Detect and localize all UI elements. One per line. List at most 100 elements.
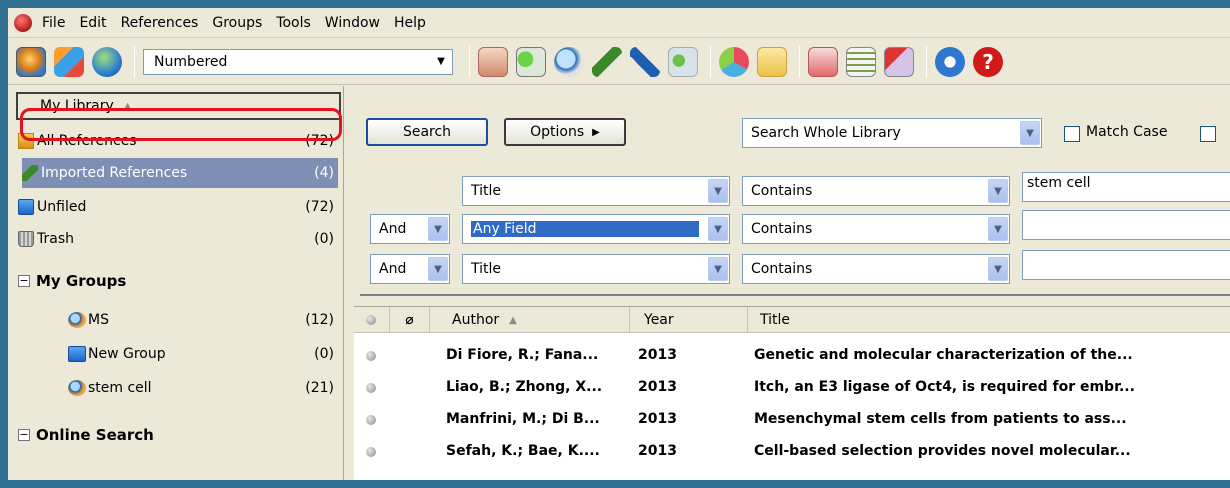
endnote-window: File Edit References Groups Tools Window… bbox=[8, 8, 1230, 480]
search-term-value: stem cell bbox=[1027, 175, 1091, 191]
group-item-ms[interactable]: MS (12) bbox=[68, 306, 338, 334]
boolean-operator-value: And bbox=[379, 221, 407, 237]
folder-icon[interactable] bbox=[757, 46, 787, 77]
results-table: ⌀ Author ▲ Year Title Di Fiore, R.; Fana… bbox=[354, 306, 1230, 480]
local-library-mode-icon[interactable] bbox=[16, 46, 46, 77]
edit-style-icon[interactable] bbox=[884, 46, 914, 77]
search-term-input[interactable]: stem cell bbox=[1022, 172, 1230, 202]
chevron-down-icon[interactable]: ▼ bbox=[988, 257, 1008, 281]
collapse-icon[interactable]: − bbox=[18, 275, 30, 287]
chevron-down-icon[interactable]: ▼ bbox=[708, 179, 728, 203]
year-cell: 2013 bbox=[638, 443, 677, 459]
boolean-operator-select[interactable]: And ▼ bbox=[370, 254, 450, 284]
library-item-label: Unfiled bbox=[37, 199, 87, 215]
search-operator-select[interactable]: Contains ▼ bbox=[742, 214, 1010, 244]
sync-icon[interactable] bbox=[935, 46, 965, 77]
copy-formatted-icon[interactable] bbox=[478, 46, 508, 77]
insert-citation-icon[interactable] bbox=[808, 46, 838, 77]
output-style-select[interactable]: Numbered ▼ bbox=[143, 48, 453, 75]
author-column-label: Author bbox=[452, 312, 500, 328]
options-button[interactable]: Options ▶ bbox=[504, 118, 626, 146]
chevron-down-icon[interactable]: ▼ bbox=[708, 257, 728, 281]
group-icon[interactable] bbox=[719, 46, 749, 77]
menu-help[interactable]: Help bbox=[394, 15, 426, 31]
library-item-trash[interactable]: Trash (0) bbox=[18, 224, 338, 254]
read-status-icon bbox=[366, 315, 376, 325]
integrated-library-mode-icon[interactable] bbox=[54, 46, 84, 77]
title-cell: Genetic and molecular characterization o… bbox=[754, 347, 1133, 363]
search-field-select[interactable]: Title ▼ bbox=[462, 254, 730, 284]
title-column-label: Title bbox=[760, 312, 791, 328]
help-icon[interactable]: ? bbox=[973, 46, 1003, 77]
menu-window[interactable]: Window bbox=[325, 15, 380, 31]
table-row[interactable]: Di Fiore, R.; Fana... 2013 Genetic and m… bbox=[354, 341, 1230, 371]
export-icon[interactable] bbox=[630, 46, 660, 77]
chevron-down-icon[interactable]: ▼ bbox=[988, 179, 1008, 203]
table-row[interactable]: Sefah, K.; Bae, K.... 2013 Cell-based se… bbox=[354, 437, 1230, 467]
table-row[interactable]: Manfrini, M.; Di B... 2013 Mesenchymal s… bbox=[354, 405, 1230, 435]
menu-edit[interactable]: Edit bbox=[79, 15, 106, 31]
library-item-imported-references[interactable]: Imported References (4) bbox=[22, 158, 338, 188]
format-bibliography-icon[interactable] bbox=[846, 46, 876, 77]
chevron-down-icon[interactable]: ▼ bbox=[428, 217, 448, 241]
chevron-down-icon[interactable]: ▼ bbox=[432, 51, 450, 73]
open-link-icon[interactable] bbox=[668, 46, 698, 77]
online-search-header[interactable]: − Online Search bbox=[18, 426, 154, 444]
divider bbox=[360, 294, 1230, 296]
author-cell: Sefah, K.; Bae, K.... bbox=[446, 443, 600, 459]
library-item-unfiled[interactable]: Unfiled (72) bbox=[18, 192, 338, 222]
group-item-new-group[interactable]: New Group (0) bbox=[68, 340, 338, 368]
table-row[interactable]: Liao, B.; Zhong, X... 2013 Itch, an E3 l… bbox=[354, 373, 1230, 403]
group-item-stem-cell[interactable]: stem cell (21) bbox=[68, 374, 338, 402]
chevron-down-icon[interactable]: ▼ bbox=[988, 217, 1008, 241]
chevron-down-icon[interactable]: ▼ bbox=[1020, 121, 1040, 145]
toolbar-separator bbox=[134, 45, 135, 78]
attachment-column[interactable]: ⌀ bbox=[390, 307, 430, 333]
menu-file[interactable]: File bbox=[42, 15, 65, 31]
match-case-label: Match Case bbox=[1086, 124, 1168, 140]
search-term-input[interactable] bbox=[1022, 250, 1230, 280]
match-case-checkbox[interactable] bbox=[1064, 126, 1080, 142]
options-label: Options bbox=[530, 124, 585, 140]
read-status-icon bbox=[366, 351, 376, 361]
search-field-select[interactable]: Any Field ▼ bbox=[462, 214, 730, 244]
menu-groups[interactable]: Groups bbox=[212, 15, 262, 31]
chevron-down-icon[interactable]: ▼ bbox=[428, 257, 448, 281]
search-scope-select[interactable]: Search Whole Library ▼ bbox=[742, 118, 1042, 148]
search-field-value: Title bbox=[471, 261, 502, 277]
boolean-operator-select[interactable]: And ▼ bbox=[370, 214, 450, 244]
chevron-down-icon[interactable]: ▼ bbox=[708, 217, 728, 241]
smart-group-search-icon bbox=[68, 380, 86, 396]
menu-tools[interactable]: Tools bbox=[276, 15, 311, 31]
collapse-icon[interactable]: − bbox=[18, 429, 30, 441]
library-item-label: Trash bbox=[37, 231, 74, 247]
year-column-header[interactable]: Year bbox=[630, 307, 748, 333]
title-column-header[interactable]: Title bbox=[748, 307, 1230, 333]
menu-bar: File Edit References Groups Tools Window… bbox=[8, 8, 1230, 38]
year-cell: 2013 bbox=[638, 347, 677, 363]
highlight-annotation bbox=[20, 108, 342, 141]
menu-references[interactable]: References bbox=[121, 15, 199, 31]
toolbar-separator bbox=[799, 45, 800, 78]
search-term-input[interactable] bbox=[1022, 210, 1230, 240]
import-icon[interactable] bbox=[592, 46, 622, 77]
read-status-icon bbox=[366, 383, 376, 393]
search-operator-select[interactable]: Contains ▼ bbox=[742, 176, 1010, 206]
author-cell: Manfrini, M.; Di B... bbox=[446, 411, 600, 427]
title-cell: Cell-based selection provides novel mole… bbox=[754, 443, 1131, 459]
read-status-column[interactable] bbox=[354, 307, 390, 333]
folder-icon bbox=[68, 346, 86, 362]
search-operator-select[interactable]: Contains ▼ bbox=[742, 254, 1010, 284]
search-scope-value: Search Whole Library bbox=[751, 125, 901, 141]
online-search-mode-icon[interactable] bbox=[92, 46, 122, 77]
library-pane: My Library ▲ All References (72) Importe… bbox=[8, 86, 344, 480]
search-field-select[interactable]: Title ▼ bbox=[462, 176, 730, 206]
new-reference-icon[interactable] bbox=[516, 46, 546, 77]
match-words-checkbox[interactable] bbox=[1200, 126, 1216, 142]
search-button[interactable]: Search bbox=[366, 118, 488, 146]
toolbar-separator bbox=[926, 45, 927, 78]
my-groups-header[interactable]: − My Groups bbox=[18, 272, 126, 290]
author-column-header[interactable]: Author ▲ bbox=[430, 307, 630, 333]
find-full-text-icon[interactable] bbox=[554, 46, 584, 77]
app-logo-icon[interactable] bbox=[14, 13, 32, 32]
